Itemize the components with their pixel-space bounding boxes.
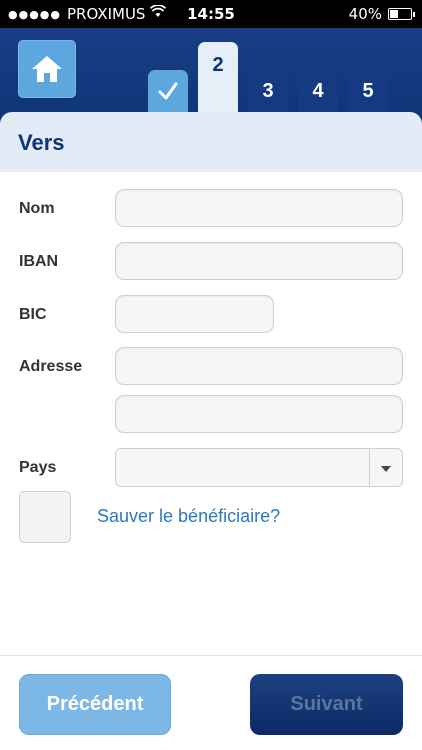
chevron-down-icon — [378, 461, 394, 477]
address-line1-field[interactable] — [115, 347, 403, 385]
header: 2 3 4 5 — [0, 28, 422, 123]
footer-bar: Précédent Suivant — [0, 655, 422, 750]
previous-button[interactable]: Précédent — [19, 674, 171, 735]
check-icon — [158, 82, 178, 100]
form-header: Vers — [0, 112, 422, 172]
name-label: Nom — [19, 200, 55, 217]
step-2-tab[interactable]: 2 — [198, 42, 238, 112]
iban-field[interactable] — [115, 242, 403, 280]
save-beneficiary-checkbox[interactable] — [19, 491, 71, 543]
step-3-tab[interactable]: 3 — [248, 70, 288, 112]
battery-status: 40% — [348, 5, 415, 23]
step-5-tab[interactable]: 5 — [348, 70, 388, 112]
bic-label: BIC — [19, 306, 47, 323]
address-line2-field[interactable] — [115, 395, 403, 433]
iban-label: IBAN — [19, 253, 59, 270]
country-label: Pays — [19, 459, 57, 476]
step-4-tab[interactable]: 4 — [298, 70, 338, 112]
step-1-tab[interactable] — [148, 70, 188, 112]
address-label: Adresse — [19, 358, 83, 375]
battery-icon — [388, 8, 415, 20]
country-select[interactable] — [115, 448, 403, 487]
bic-field[interactable] — [115, 295, 274, 333]
status-bar: ●●●●● PROXIMUS 14:55 40% — [0, 0, 422, 28]
battery-percent: 40% — [348, 5, 382, 23]
save-beneficiary-label[interactable]: Sauver le bénéficiaire? — [97, 506, 280, 527]
page-title: Vers — [18, 130, 65, 155]
next-button[interactable]: Suivant — [250, 674, 403, 735]
home-button[interactable] — [18, 40, 76, 98]
select-divider — [369, 449, 370, 486]
home-icon — [32, 56, 62, 82]
name-field[interactable] — [115, 189, 403, 227]
